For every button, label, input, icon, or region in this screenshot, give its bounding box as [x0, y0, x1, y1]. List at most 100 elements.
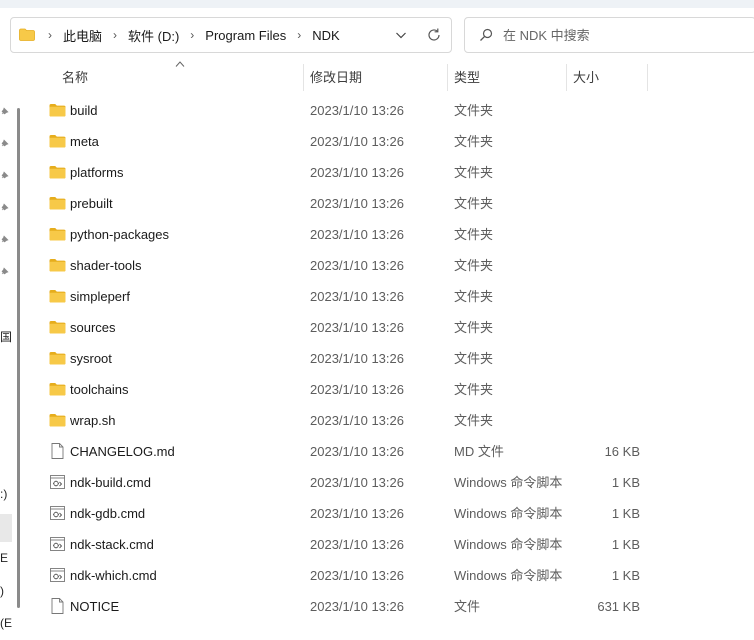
file-name: ndk-which.cmd [70, 568, 157, 583]
nav-item-fragment[interactable]: 国 [0, 328, 12, 345]
script-icon [49, 536, 66, 552]
file-row[interactable]: platforms 2023/1/10 13:26 文件夹 [30, 157, 648, 188]
file-type: Windows 命令脚本 [454, 475, 563, 490]
file-type: 文件夹 [454, 413, 494, 428]
file-type: 文件夹 [454, 258, 494, 273]
file-name: build [70, 103, 98, 118]
file-type: 文件夹 [454, 320, 494, 335]
file-modified-date: 2023/1/10 13:26 [310, 568, 404, 583]
file-name: ndk-build.cmd [70, 475, 151, 490]
file-modified-date: 2023/1/10 13:26 [310, 382, 404, 397]
nav-item-fragment[interactable]: ) [0, 584, 4, 598]
file-type: 文件夹 [454, 382, 494, 397]
folder-icon [49, 257, 66, 273]
file-row[interactable]: wrap.sh 2023/1/10 13:26 文件夹 [30, 405, 648, 436]
file-modified-date: 2023/1/10 13:26 [310, 289, 404, 304]
file-row[interactable]: simpleperf 2023/1/10 13:26 文件夹 [30, 281, 648, 312]
pin-icon[interactable] [0, 170, 10, 180]
file-row[interactable]: python-packages 2023/1/10 13:26 文件夹 [30, 219, 648, 250]
file-row[interactable]: ndk-stack.cmd 2023/1/10 13:26 Windows 命令脚本… [30, 529, 648, 560]
file-name: toolchains [70, 382, 129, 397]
file-type: 文件 [454, 599, 481, 614]
file-row[interactable]: toolchains 2023/1/10 13:26 文件夹 [30, 374, 648, 405]
file-size: 631 KB [597, 599, 640, 614]
pin-icon[interactable] [0, 266, 10, 276]
column-header-name[interactable]: 名称 [62, 64, 302, 91]
column-divider[interactable] [566, 64, 567, 91]
address-bar[interactable]: › 此电脑 › 软件 (D:) › Program Files › NDK [10, 17, 452, 53]
folder-icon [49, 319, 66, 335]
folder-icon [49, 381, 66, 397]
breadcrumb: › 此电脑 › 软件 (D:) › Program Files › NDK [39, 18, 342, 52]
file-type: Windows 命令脚本 [454, 568, 563, 583]
pin-icon[interactable] [0, 234, 10, 244]
pin-icon[interactable] [0, 202, 10, 212]
file-modified-date: 2023/1/10 13:26 [310, 258, 404, 273]
document-icon [49, 443, 66, 459]
nav-item-fragment[interactable]: E [0, 551, 8, 565]
nav-item-selected[interactable] [0, 514, 12, 542]
file-modified-date: 2023/1/10 13:26 [310, 537, 404, 552]
script-icon [49, 567, 66, 583]
breadcrumb-ndk[interactable]: NDK [310, 28, 341, 43]
chevron-right-icon[interactable]: › [104, 28, 126, 42]
file-modified-date: 2023/1/10 13:26 [310, 599, 404, 614]
file-size: 1 KB [611, 475, 640, 490]
search-box[interactable] [464, 17, 754, 53]
folder-icon [49, 133, 66, 149]
window-top-strip [0, 0, 754, 8]
file-row[interactable]: shader-tools 2023/1/10 13:26 文件夹 [30, 250, 648, 281]
file-name: platforms [70, 165, 124, 180]
chevron-right-icon[interactable]: › [288, 28, 310, 42]
folder-icon [49, 195, 66, 211]
nav-item-fragment[interactable]: :) [0, 487, 7, 501]
chevron-right-icon[interactable]: › [39, 28, 61, 42]
nav-item-fragment[interactable]: (E [0, 616, 12, 630]
pin-icon[interactable] [0, 138, 10, 148]
column-header-type[interactable]: 类型 [454, 64, 564, 91]
file-size: 1 KB [611, 537, 640, 552]
file-row[interactable]: sources 2023/1/10 13:26 文件夹 [30, 312, 648, 343]
file-name: meta [70, 134, 99, 149]
chevron-down-icon[interactable] [393, 27, 409, 43]
file-name: wrap.sh [70, 413, 116, 428]
file-row[interactable]: CHANGELOG.md 2023/1/10 13:26 MD 文件 16 KB [30, 436, 648, 467]
column-header-size[interactable]: 大小 [573, 64, 647, 91]
column-divider[interactable] [647, 64, 648, 91]
file-row[interactable]: build 2023/1/10 13:26 文件夹 [30, 95, 648, 126]
file-type: 文件夹 [454, 165, 494, 180]
folder-icon [49, 164, 66, 180]
file-modified-date: 2023/1/10 13:26 [310, 196, 404, 211]
file-type: 文件夹 [454, 351, 494, 366]
file-row[interactable]: sysroot 2023/1/10 13:26 文件夹 [30, 343, 648, 374]
breadcrumb-program-files[interactable]: Program Files [203, 28, 288, 43]
folder-icon [49, 412, 66, 428]
column-divider[interactable] [303, 64, 304, 91]
file-name: NOTICE [70, 599, 120, 614]
file-modified-date: 2023/1/10 13:26 [310, 351, 404, 366]
file-row[interactable]: NOTICE 2023/1/10 13:26 文件 631 KB [30, 591, 648, 622]
file-modified-date: 2023/1/10 13:26 [310, 165, 404, 180]
file-name: CHANGELOG.md [70, 444, 175, 459]
file-row[interactable]: ndk-which.cmd 2023/1/10 13:26 Windows 命令脚本… [30, 560, 648, 591]
file-size: 1 KB [611, 506, 640, 521]
refresh-icon[interactable] [425, 26, 443, 44]
column-divider[interactable] [447, 64, 448, 91]
file-row[interactable]: ndk-gdb.cmd 2023/1/10 13:26 Windows 命令脚本 1 … [30, 498, 648, 529]
file-name: shader-tools [70, 258, 142, 273]
chevron-right-icon[interactable]: › [181, 28, 203, 42]
nav-scrollbar[interactable] [17, 108, 20, 608]
file-row[interactable]: ndk-build.cmd 2023/1/10 13:26 Windows 命令脚本… [30, 467, 648, 498]
file-modified-date: 2023/1/10 13:26 [310, 444, 404, 459]
file-modified-date: 2023/1/10 13:26 [310, 506, 404, 521]
search-input[interactable] [503, 18, 743, 52]
file-modified-date: 2023/1/10 13:26 [310, 413, 404, 428]
file-row[interactable]: meta 2023/1/10 13:26 文件夹 [30, 126, 648, 157]
breadcrumb-this-pc[interactable]: 此电脑 [61, 26, 104, 45]
column-header-date[interactable]: 修改日期 [310, 64, 446, 91]
breadcrumb-drive-d[interactable]: 软件 (D:) [126, 26, 181, 45]
pin-icon[interactable] [0, 106, 10, 116]
file-name: sysroot [70, 351, 112, 366]
file-row[interactable]: prebuilt 2023/1/10 13:26 文件夹 [30, 188, 648, 219]
folder-icon [49, 226, 66, 242]
